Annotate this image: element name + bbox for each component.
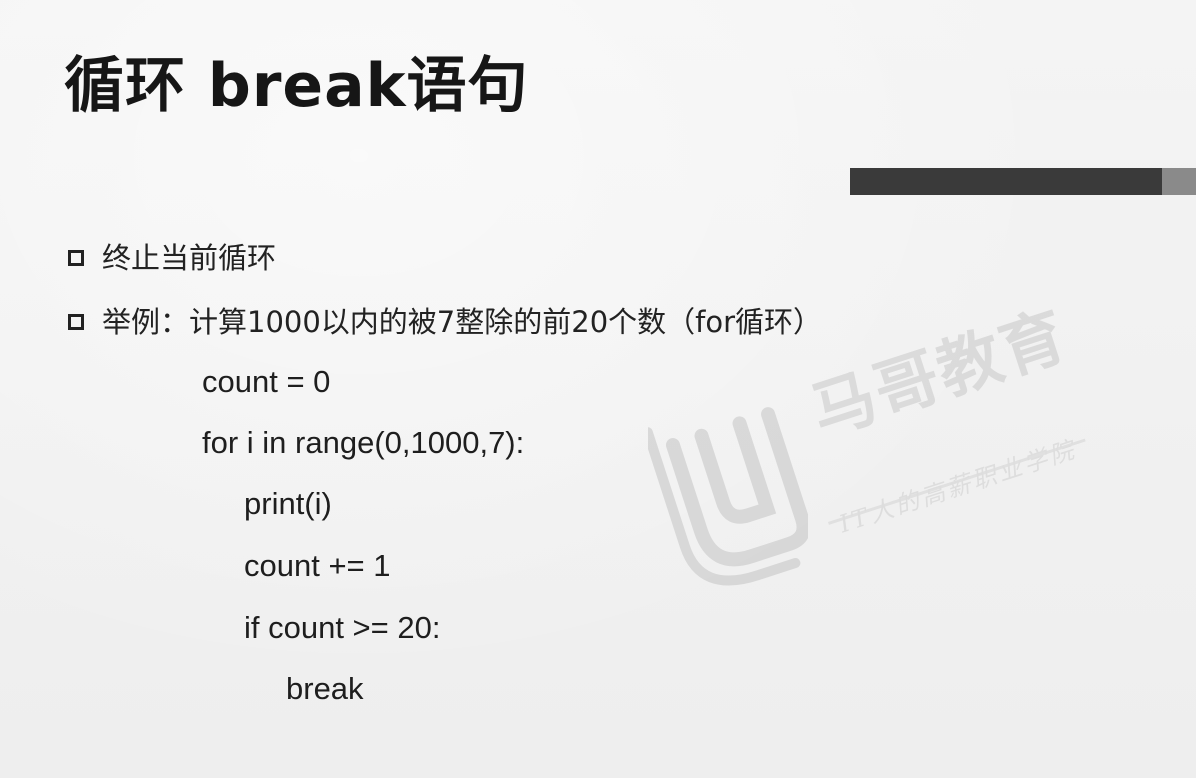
bullet-text: 终止当前循环 — [102, 241, 277, 275]
title-accent-bar-tail — [1162, 168, 1196, 195]
magedu-logo-icon — [648, 407, 808, 586]
bullet-text: 举例：计算1000以内的被7整除的前20个数（for循环） — [102, 305, 823, 339]
code-line: if count >= 20: — [244, 610, 441, 645]
code-line: for i in range(0,1000,7): — [202, 425, 525, 460]
watermark-brand: 马哥教育 — [802, 298, 1077, 451]
code-line: count = 0 — [202, 364, 331, 399]
title-accent-bar — [850, 168, 1162, 195]
square-outline-icon — [68, 314, 84, 330]
watermark-underline — [828, 438, 1086, 525]
slide-title: 循环 break语句 — [64, 51, 529, 121]
square-outline-icon — [68, 250, 84, 266]
slide: 循环 break语句 终止当前循环 举例：计算1000以内的被7整除的前20个数… — [0, 0, 1196, 778]
watermark-tagline: IT人的高薪职业学院 — [835, 435, 1080, 539]
bullet-item: 举例：计算1000以内的被7整除的前20个数（for循环） — [68, 302, 822, 342]
bullet-item: 终止当前循环 — [68, 238, 276, 278]
code-line: count += 1 — [244, 548, 391, 583]
watermark: 马哥教育 IT人的高薪职业学院 — [648, 299, 1108, 630]
code-line: break — [286, 671, 364, 706]
code-line: print(i) — [244, 486, 332, 521]
